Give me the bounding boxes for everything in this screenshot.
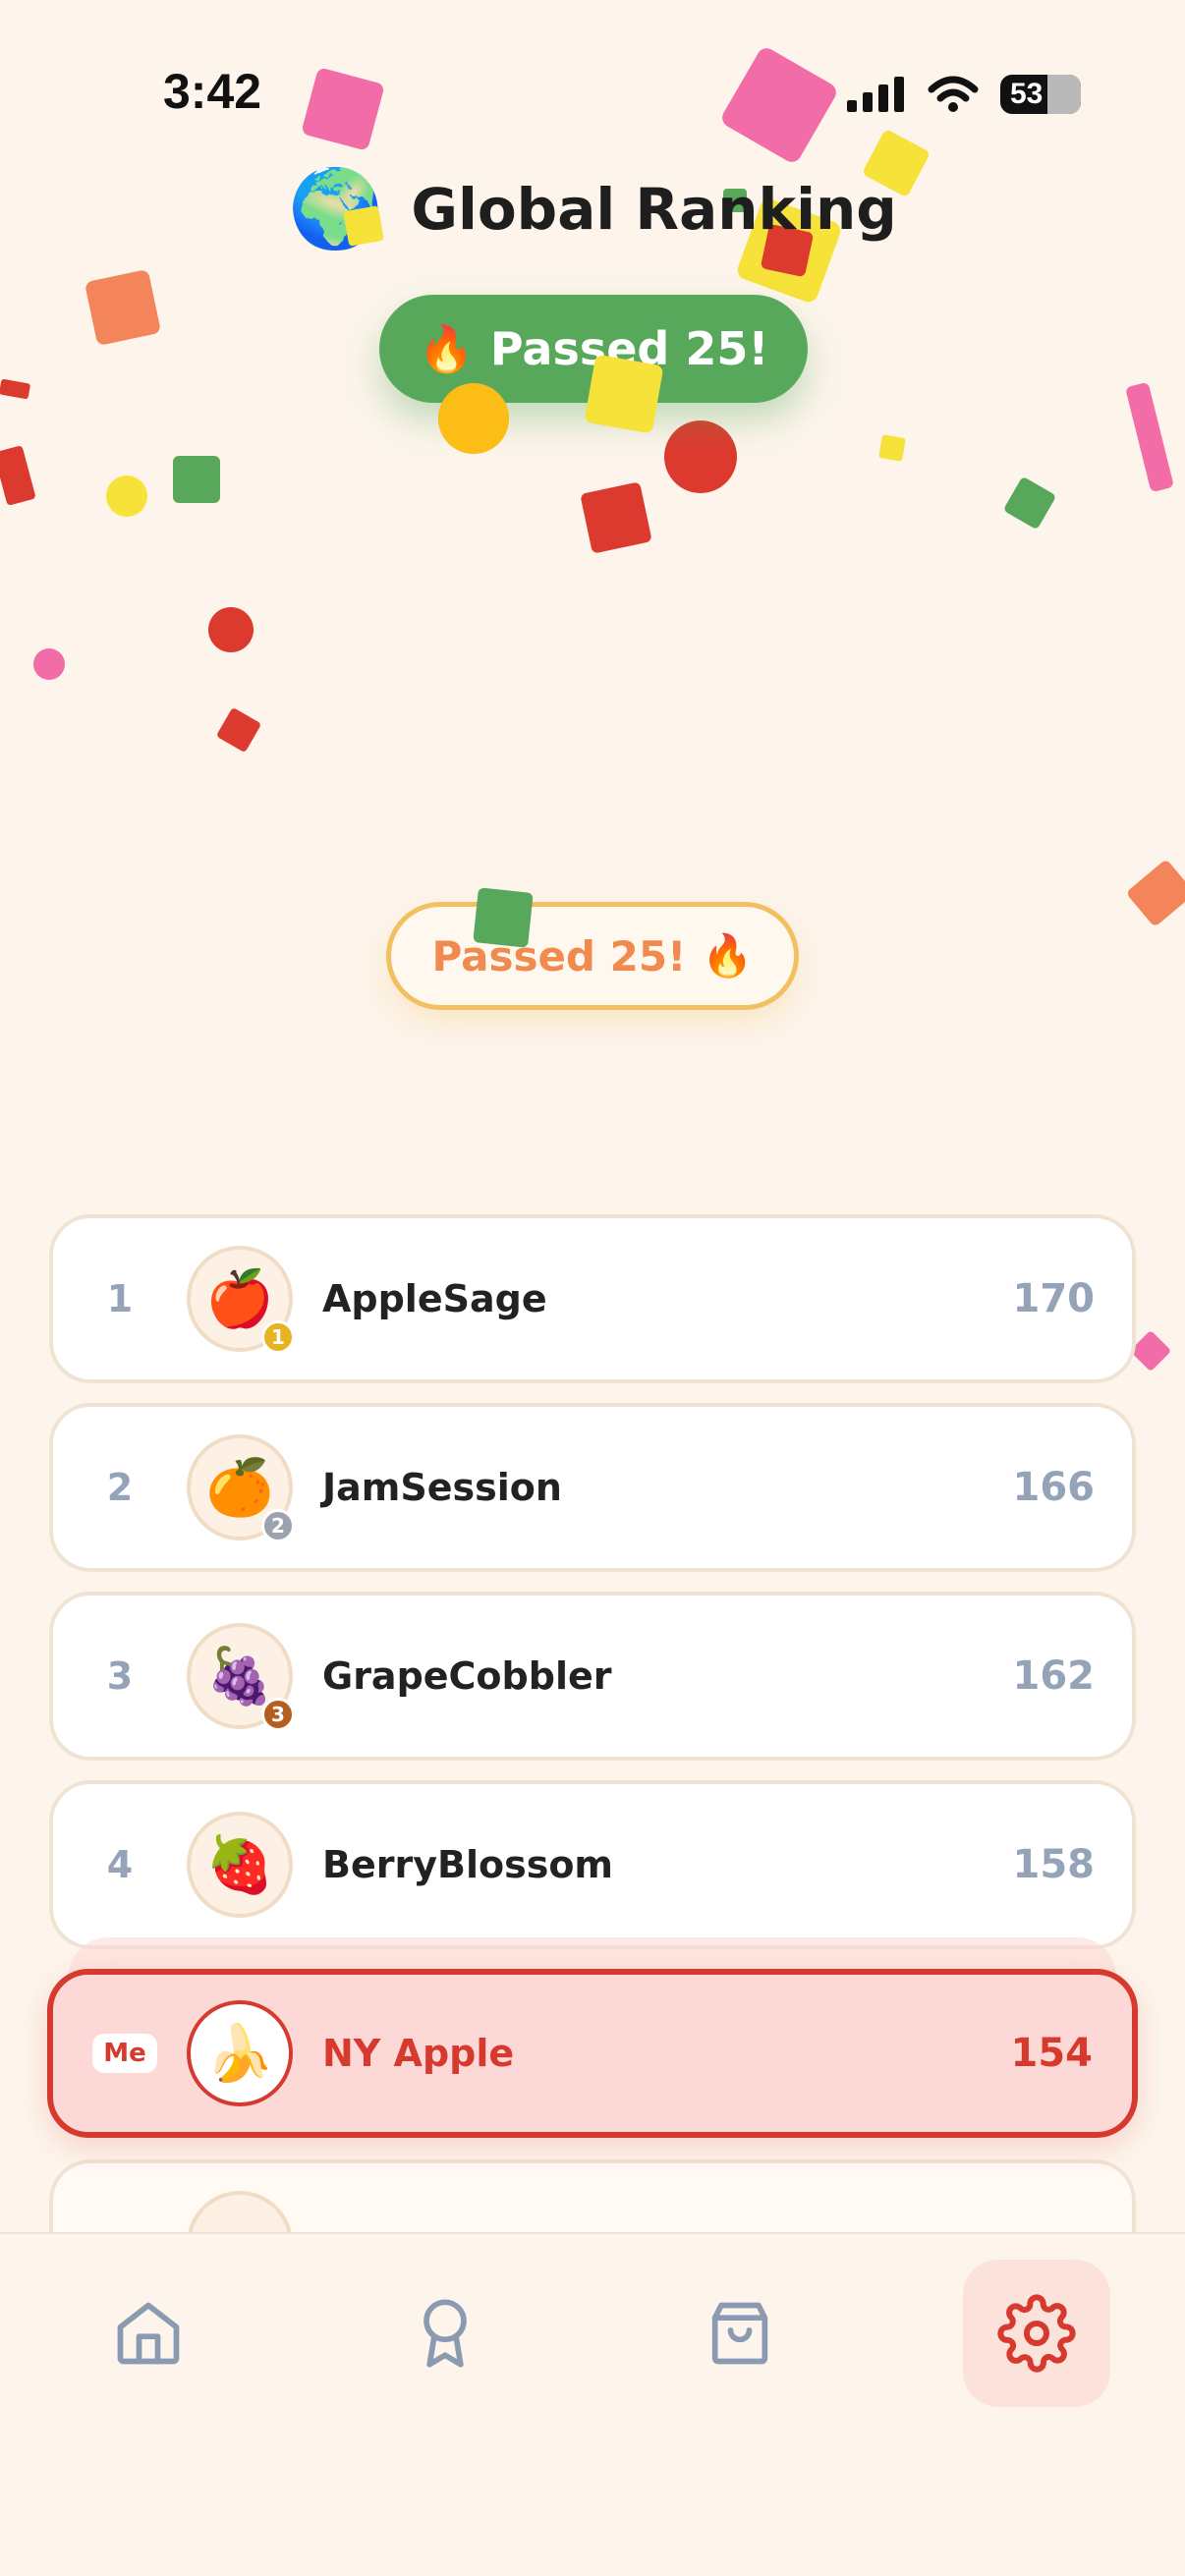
avatar: 🍊 2: [187, 1434, 295, 1542]
orange-avatar-icon: 🍊: [205, 1456, 274, 1520]
confetti-piece: [878, 434, 906, 462]
player-score: 158: [1012, 1842, 1096, 1887]
strawberry-avatar-icon: 🍓: [205, 1833, 274, 1897]
tab-ranking[interactable]: [371, 2260, 519, 2407]
rank-number: 1: [106, 1277, 134, 1320]
fire-icon: 🔥: [418, 321, 475, 375]
award-icon: [423, 2299, 467, 2368]
confetti-piece: [215, 706, 262, 754]
confetti-piece: [173, 456, 220, 503]
leaderboard-row[interactable]: [49, 2159, 1136, 2232]
avatar: 🍇 3: [187, 1623, 295, 1731]
status-icons: 53: [847, 75, 1081, 114]
banana-avatar-icon: 🍌: [205, 2022, 274, 2086]
apple-avatar-icon: 🍎: [205, 1267, 274, 1331]
fire-icon: 🔥: [702, 931, 754, 980]
confetti-piece: [106, 476, 147, 517]
page-title: Global Ranking: [411, 176, 897, 243]
avatar: 🍓: [187, 1812, 293, 1918]
home-icon: [117, 2302, 180, 2365]
grapes-avatar-icon: 🍇: [205, 1645, 274, 1708]
confetti-piece: [1125, 859, 1185, 927]
player-name: JamSession: [322, 1466, 562, 1509]
gold-medal-icon: 1: [261, 1320, 295, 1354]
tab-home[interactable]: [75, 2260, 222, 2407]
avatar: 🍌: [187, 2000, 293, 2106]
passed-badge: Passed 25! 🔥: [386, 902, 799, 1010]
confetti-piece: [1125, 381, 1174, 493]
avatar: [187, 2191, 293, 2232]
my-score: 154: [1010, 2031, 1094, 2076]
leaderboard-row[interactable]: 4 🍓 BerryBlossom 158: [49, 1780, 1136, 1949]
rank-number: 3: [106, 1654, 134, 1698]
bronze-medal-icon: 3: [261, 1698, 295, 1731]
confetti-piece: [580, 481, 652, 554]
my-name: NY Apple: [322, 2032, 515, 2075]
confetti-piece: [208, 607, 254, 652]
passed-badge-text: Passed 25!: [431, 931, 687, 980]
confetti-piece: [0, 445, 36, 506]
confetti-piece: [33, 648, 65, 680]
leaderboard-row[interactable]: 1 🍎 1 AppleSage 170: [49, 1214, 1136, 1383]
settings-gear-icon: [997, 2294, 1076, 2373]
wifi-icon: [928, 76, 979, 112]
silver-medal-icon: 2: [261, 1509, 295, 1542]
avatar: 🍎 1: [187, 1246, 295, 1354]
status-bar: 3:42 53: [0, 0, 1185, 196]
confetti-piece: [343, 205, 384, 247]
me-badge: Me: [92, 2034, 157, 2073]
tab-settings[interactable]: [963, 2260, 1110, 2407]
player-score: 166: [1012, 1465, 1096, 1510]
rank-number: 4: [106, 1843, 134, 1886]
confetti-piece: [664, 420, 737, 493]
status-time: 3:42: [163, 64, 262, 119]
confetti-piece: [1129, 1329, 1172, 1372]
player-name: AppleSage: [322, 1277, 547, 1320]
leaderboard-row[interactable]: 3 🍇 3 GrapeCobbler 162: [49, 1592, 1136, 1761]
page-header: 🌍 Global Ranking: [0, 171, 1185, 248]
confetti-piece: [84, 268, 162, 347]
shopping-bag-icon: [711, 2302, 768, 2365]
player-score: 162: [1012, 1653, 1096, 1699]
confetti-piece: [473, 887, 534, 948]
tab-shop[interactable]: [666, 2260, 814, 2407]
confetti-piece: [0, 378, 31, 400]
player-score: 170: [1012, 1276, 1096, 1321]
player-name: GrapeCobbler: [322, 1654, 612, 1698]
confetti-piece: [438, 383, 509, 454]
battery-icon: 53: [1000, 75, 1081, 114]
confetti-piece: [584, 354, 664, 434]
leaderboard-row[interactable]: 2 🍊 2 JamSession 166: [49, 1403, 1136, 1572]
cellular-signal-icon: [847, 77, 904, 112]
battery-level: 53: [1010, 78, 1044, 110]
my-rank-row[interactable]: Me 🍌 NY Apple 154: [47, 1969, 1138, 2138]
confetti-piece: [1002, 476, 1057, 531]
bottom-tab-bar: [0, 2232, 1185, 2576]
player-name: BerryBlossom: [322, 1843, 614, 1886]
rank-number: 2: [106, 1466, 134, 1509]
